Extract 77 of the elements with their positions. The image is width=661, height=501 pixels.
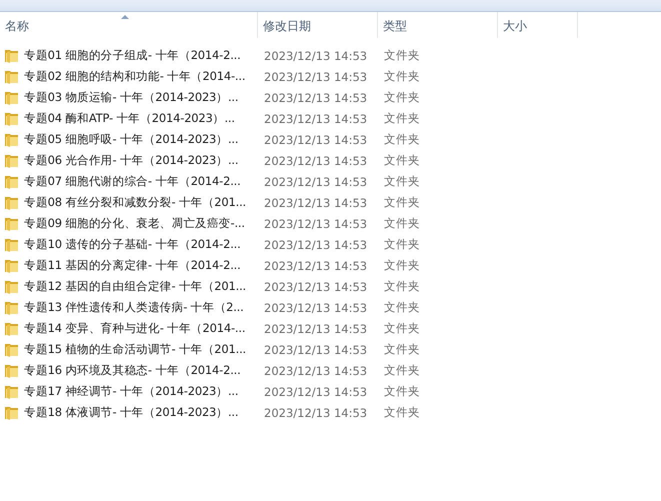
modified-date: 2023/12/13 14:53 (264, 342, 368, 356)
modified-date: 2023/12/13 14:53 (264, 364, 368, 378)
modified-date: 2023/12/13 14:53 (264, 112, 368, 126)
file-type: 文件夹 (384, 258, 420, 272)
file-name[interactable]: 专题17 神经调节- 十年（2014-2023）... (24, 384, 238, 399)
folder-icon (4, 258, 20, 274)
file-type: 文件夹 (384, 48, 420, 62)
modified-date: 2023/12/13 14:53 (264, 174, 368, 188)
file-name[interactable]: 专题04 酶和ATP- 十年（2014-2023）... (24, 111, 235, 126)
file-name[interactable]: 专题03 物质运输- 十年（2014-2023）... (24, 90, 238, 105)
column-header[interactable]: 名称 (0, 12, 258, 38)
file-name[interactable]: 专题18 体液调节- 十年（2014-2023）... (24, 405, 238, 420)
modified-date: 2023/12/13 14:53 (264, 90, 368, 104)
file-name[interactable]: 专题05 细胞呼吸- 十年（2014-2023）... (24, 132, 238, 147)
file-name[interactable]: 专题08 有丝分裂和减数分裂- 十年（201... (24, 195, 246, 210)
column-header[interactable]: 类型 (378, 12, 498, 38)
modified-date: 2023/12/13 14:53 (264, 238, 368, 252)
file-type: 文件夹 (384, 300, 420, 314)
file-type: 文件夹 (384, 342, 420, 356)
folder-icon (4, 384, 20, 400)
folder-icon (4, 300, 20, 316)
file-type: 文件夹 (384, 216, 420, 230)
modified-date: 2023/12/13 14:53 (264, 406, 368, 420)
file-name[interactable]: 专题10 遗传的分子基础- 十年（2014-2... (24, 237, 241, 252)
file-type: 文件夹 (384, 363, 420, 377)
folder-icon (4, 342, 20, 358)
file-type: 文件夹 (384, 153, 420, 167)
modified-date: 2023/12/13 14:53 (264, 384, 368, 398)
folder-icon (4, 110, 20, 126)
file-name[interactable]: 专题15 植物的生命活动调节- 十年（201... (24, 342, 246, 357)
file-type: 文件夹 (384, 111, 420, 125)
file-name[interactable]: 专题12 基因的自由组合定律- 十年（201... (24, 279, 246, 294)
modified-date: 2023/12/13 14:53 (264, 300, 368, 314)
file-name[interactable]: 专题11 基因的分离定律- 十年（2014-2... (24, 258, 241, 273)
folder-icon (4, 174, 20, 190)
file-type: 文件夹 (384, 69, 420, 83)
folder-icon (4, 320, 20, 336)
file-type: 文件夹 (384, 279, 420, 293)
file-name[interactable]: 专题02 细胞的结构和功能- 十年（2014-... (24, 69, 246, 84)
folder-icon (4, 68, 20, 84)
modified-date: 2023/12/13 14:53 (264, 196, 368, 210)
file-type: 文件夹 (384, 195, 420, 209)
file-name[interactable]: 专题07 细胞代谢的综合- 十年（2014-2... (24, 174, 241, 189)
folder-icon (4, 236, 20, 252)
folder-icon (4, 404, 20, 420)
file-type: 文件夹 (384, 90, 420, 104)
file-name[interactable]: 专题09 细胞的分化、衰老、凋亡及癌变-... (24, 216, 245, 231)
folder-icon (4, 194, 20, 210)
modified-date: 2023/12/13 14:53 (264, 48, 368, 62)
file-type: 文件夹 (384, 237, 420, 251)
modified-date: 2023/12/13 14:53 (264, 70, 368, 84)
folder-icon (4, 216, 20, 232)
folder-icon (4, 278, 20, 294)
file-name[interactable]: 专题06 光合作用- 十年（2014-2023）... (24, 153, 238, 168)
folder-icon (4, 48, 20, 64)
modified-date: 2023/12/13 14:53 (264, 258, 368, 272)
file-name[interactable]: 专题14 变异、育种与进化- 十年（2014-... (24, 321, 246, 336)
modified-date: 2023/12/13 14:53 (264, 216, 368, 230)
modified-date: 2023/12/13 14:53 (264, 280, 368, 294)
file-type: 文件夹 (384, 174, 420, 188)
file-type: 文件夹 (384, 405, 420, 419)
modified-date: 2023/12/13 14:53 (264, 132, 368, 146)
file-type: 文件夹 (384, 321, 420, 335)
folder-icon (4, 152, 20, 168)
sort-arrow-icon (120, 15, 128, 19)
column-header[interactable]: 大小 (498, 12, 578, 38)
folder-icon (4, 90, 20, 106)
file-type: 文件夹 (384, 132, 420, 146)
file-name[interactable]: 专题13 伴性遗传和人类遗传病- 十年（2... (24, 300, 244, 315)
file-type: 文件夹 (384, 384, 420, 398)
file-name[interactable]: 专题01 细胞的分子组成- 十年（2014-2... (24, 48, 241, 63)
column-header[interactable]: 修改日期 (258, 12, 378, 38)
folder-icon (4, 132, 20, 148)
modified-date: 2023/12/13 14:53 (264, 154, 368, 168)
file-name[interactable]: 专题16 内环境及其稳态- 十年（2014-2... (24, 363, 241, 378)
modified-date: 2023/12/13 14:53 (264, 322, 368, 336)
folder-icon (4, 362, 20, 378)
